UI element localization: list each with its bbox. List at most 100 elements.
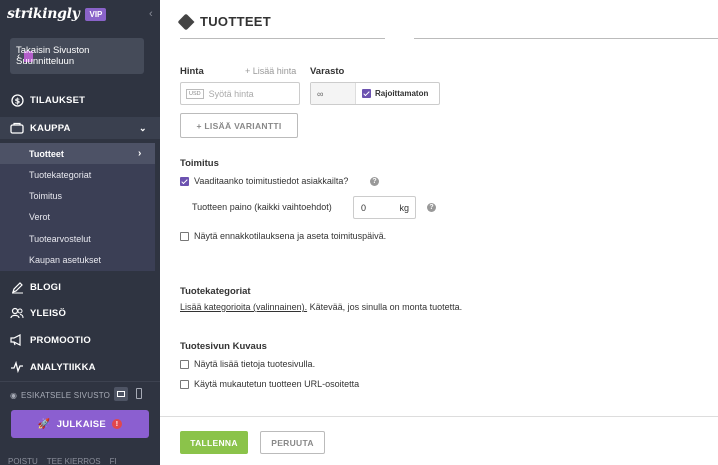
preorder-checkbox[interactable] xyxy=(180,231,189,241)
unlimited-stock-checkbox[interactable]: Rajoittamaton xyxy=(356,83,439,104)
require-shipping-row[interactable]: Vaaditaanko toimitustiedot asiakkailta? xyxy=(180,176,348,186)
submenu-label: Tuotteet xyxy=(29,148,64,159)
desc-option-row[interactable]: Näytä lisää tietoja tuotesivulla. xyxy=(180,359,315,369)
nav-label: BLOGI xyxy=(30,281,62,293)
nav-label: TILAUKSET xyxy=(30,94,86,106)
desc-option-row[interactable]: Käytä mukautetun tuotteen URL-osoitetta xyxy=(180,379,359,389)
nav-label: PROMOOTIO xyxy=(30,334,91,346)
submenu-item-products[interactable]: Tuotteet › xyxy=(0,143,155,164)
submenu-item-taxes[interactable]: Verot xyxy=(0,206,155,227)
currency-label: USD xyxy=(186,88,204,99)
rocket-icon: 🚀 xyxy=(37,418,51,430)
help-icon[interactable]: ? xyxy=(370,177,379,186)
weight-label: Tuotteen paino (kaikki vaihtoehdot) xyxy=(192,202,332,212)
categories-hint: Kätevää, jos sinulla on monta tuotetta. xyxy=(307,302,463,312)
show-more-info-checkbox[interactable] xyxy=(180,359,189,369)
brand-logo: strikingly xyxy=(7,6,80,22)
stock-infinity: ∞ xyxy=(311,83,356,104)
submenu-item-categories[interactable]: Tuotekategoriat xyxy=(0,164,155,185)
divider xyxy=(414,38,718,39)
publish-button[interactable]: 🚀 JULKAISE ! xyxy=(11,410,149,438)
back-to-site-editor-button[interactable]: ‹ Takaisin Sivuston Suunnitteluun xyxy=(10,38,144,74)
vip-badge: VIP xyxy=(85,7,107,21)
tag-icon xyxy=(177,13,195,30)
nav-label: YLEISÖ xyxy=(30,307,67,319)
categories-heading: Tuotekategoriat xyxy=(180,286,251,297)
language-link[interactable]: FI xyxy=(110,457,117,465)
submenu-label: Verot xyxy=(29,211,51,222)
warning-badge: ! xyxy=(112,419,123,429)
price-placeholder: Syötä hinta xyxy=(208,88,254,99)
eye-icon: ◉ xyxy=(10,390,17,400)
stock-label: Varasto xyxy=(310,66,345,77)
custom-url-checkbox[interactable] xyxy=(180,379,189,389)
divider xyxy=(180,38,385,39)
require-shipping-label: Vaaditaanko toimitustiedot asiakkailta? xyxy=(194,176,349,186)
preorder-row[interactable]: Näytä ennakkotilauksena ja aseta toimitu… xyxy=(180,231,386,241)
nav-label: KAUPPA xyxy=(30,122,71,134)
submenu-item-reviews[interactable]: Tuotearvostelut xyxy=(0,228,155,249)
categories-row: Lisää kategorioita (valinnainen). Kätevä… xyxy=(180,302,462,312)
page-title: TUOTTEET xyxy=(177,13,272,30)
publish-label: JULKAISE xyxy=(56,418,107,430)
divider xyxy=(160,416,718,417)
help-icon[interactable]: ? xyxy=(427,203,436,212)
add-variant-button[interactable]: + LISÄÄ VARIANTTI xyxy=(180,113,298,138)
weight-unit: kg xyxy=(399,202,409,213)
exit-link[interactable]: POISTU xyxy=(8,457,38,465)
nav-item-blog[interactable]: BLOGI xyxy=(0,276,160,298)
require-shipping-checkbox[interactable] xyxy=(180,176,189,186)
brand: strikingly VIP xyxy=(7,6,107,22)
page-title-text: TUOTTEET xyxy=(200,14,272,29)
chevron-right-icon: › xyxy=(138,148,142,159)
chevron-down-icon: ⌄ xyxy=(139,122,147,133)
nav-item-audience[interactable]: YLEISÖ xyxy=(0,302,160,324)
weight-value: 0 xyxy=(361,202,367,213)
description-heading: Tuotesivun Kuvaus xyxy=(180,341,267,352)
save-button[interactable]: TALLENNA xyxy=(180,431,248,454)
add-categories-link[interactable]: Lisää kategorioita (valinnainen). xyxy=(180,302,307,312)
preview-label: ESIKATSELE SIVUSTO xyxy=(20,390,111,400)
main-panel: TUOTTEET Hinta + Lisää hinta USD Syötä h… xyxy=(160,0,718,465)
back-label: Takaisin Sivuston Suunnitteluun xyxy=(16,45,90,67)
cart-icon xyxy=(10,121,24,135)
divider xyxy=(0,381,160,382)
preorder-label: Näytä ennakkotilauksena ja aseta toimitu… xyxy=(194,231,387,241)
nav-item-promotion[interactable]: PROMOOTIO xyxy=(0,329,160,351)
add-price-link[interactable]: + Lisää hinta xyxy=(245,66,296,76)
unlimited-label: Rajoittamaton xyxy=(375,89,429,98)
tour-link[interactable]: TEE KIERROS xyxy=(47,457,101,465)
nav-item-orders[interactable]: $ TILAUKSET xyxy=(0,89,160,111)
store-submenu: Tuotteet › Tuotekategoriat Toimitus Vero… xyxy=(0,143,155,271)
nav-item-analytics[interactable]: ANALYTIIKKA xyxy=(0,356,160,378)
price-input[interactable]: USD Syötä hinta xyxy=(180,82,300,105)
mobile-preview-icon[interactable] xyxy=(136,388,142,399)
submenu-label: Toimitus xyxy=(29,190,63,201)
price-label: Hinta xyxy=(180,66,204,77)
svg-text:$: $ xyxy=(14,96,20,105)
weight-input[interactable]: 0 kg xyxy=(353,196,416,219)
collapse-sidebar-icon[interactable]: ‹ xyxy=(149,8,153,20)
submenu-label: Tuotearvostelut xyxy=(29,233,91,244)
submenu-item-store-settings[interactable]: Kaupan asetukset xyxy=(0,249,155,270)
shipping-heading: Toimitus xyxy=(180,158,219,169)
sidebar: strikingly VIP ‹ ‹ Takaisin Sivuston Suu… xyxy=(0,0,160,465)
desktop-preview-icon[interactable] xyxy=(114,387,128,401)
submenu-item-shipping[interactable]: Toimitus xyxy=(0,185,155,206)
desc-option-label: Käytä mukautetun tuotteen URL-osoitetta xyxy=(194,379,360,389)
submenu-label: Tuotekategoriat xyxy=(29,169,92,180)
sidebar-footer: POISTU TEE KIERROS FI xyxy=(0,455,160,465)
page-header: TUOTTEET xyxy=(160,0,718,40)
cancel-button[interactable]: PERUUTA xyxy=(260,431,325,454)
desc-option-label: Näytä lisää tietoja tuotesivulla. xyxy=(194,359,316,369)
megaphone-icon xyxy=(10,333,24,347)
nav-item-store[interactable]: KAUPPA ⌄ xyxy=(0,117,160,139)
checkbox-checked[interactable] xyxy=(362,89,371,98)
pulse-icon xyxy=(10,360,24,374)
dollar-icon: $ xyxy=(10,93,24,107)
pen-icon xyxy=(10,280,24,294)
users-icon xyxy=(10,306,24,320)
stock-field[interactable]: ∞ Rajoittamaton xyxy=(310,82,440,105)
nav-label: ANALYTIIKKA xyxy=(30,361,96,373)
submenu-label: Kaupan asetukset xyxy=(29,254,102,265)
